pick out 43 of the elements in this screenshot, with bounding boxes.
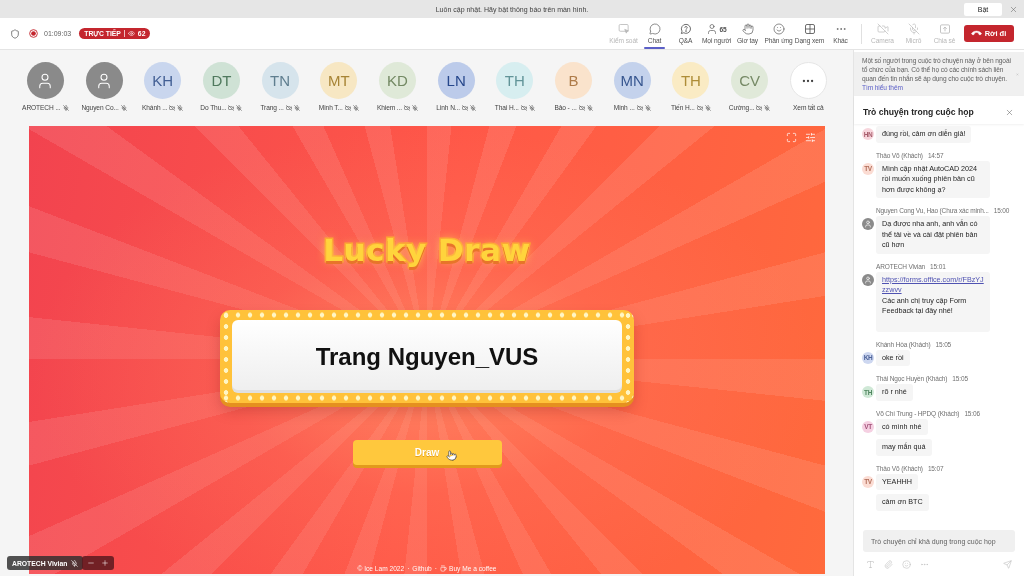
avatar-icon xyxy=(26,62,64,99)
avatar-icon xyxy=(862,218,874,230)
share-icon xyxy=(938,23,951,35)
avatar-initials: KH xyxy=(144,62,182,99)
avatar-initials: TH xyxy=(496,62,534,99)
screen-pointer-icon xyxy=(617,23,630,35)
smiley-icon xyxy=(772,23,785,35)
close-icon[interactable] xyxy=(1005,108,1014,117)
avatar-initials: MN xyxy=(613,62,651,99)
question-bubble-icon xyxy=(679,23,692,35)
coffee-icon xyxy=(440,565,447,572)
video-off-icon xyxy=(876,23,889,35)
send-icon[interactable] xyxy=(1003,559,1012,569)
avatar-initials: TN xyxy=(261,62,299,99)
shield-icon xyxy=(10,28,20,39)
chat-icon xyxy=(648,23,661,35)
text-format-icon[interactable] xyxy=(866,559,875,569)
avatar-initials: TH xyxy=(672,62,710,99)
winner-name: Trang Nguyen_VUS xyxy=(315,342,539,371)
avatar-initials: LN xyxy=(437,62,475,99)
hand-icon xyxy=(741,23,754,35)
avatar-icon xyxy=(85,62,123,99)
chat-title: Trò chuyện trong cuộc họp xyxy=(863,107,974,117)
fullscreen-icon[interactable] xyxy=(786,132,797,143)
paperclip-icon[interactable] xyxy=(884,559,893,569)
close-icon[interactable] xyxy=(1009,4,1018,14)
hand-cursor-icon xyxy=(445,450,457,461)
eye-icon xyxy=(127,30,135,37)
zoom-in-icon[interactable] xyxy=(101,559,109,567)
avatar-initials: MT xyxy=(320,62,358,99)
settings-icon[interactable] xyxy=(805,132,816,143)
mic-off-icon xyxy=(907,23,920,35)
emoji-icon[interactable] xyxy=(902,559,911,569)
avatar-initials: B xyxy=(555,62,593,99)
grid-icon xyxy=(803,23,816,35)
avatar-initials: DT xyxy=(202,62,240,99)
zoom-out-icon[interactable] xyxy=(87,559,95,567)
avatar-initials: KD xyxy=(378,62,416,99)
person-icon xyxy=(706,23,719,35)
avatar-initials: CV xyxy=(731,62,769,99)
avatar-icon xyxy=(862,273,874,286)
lucky-draw-title: Lucky Draw xyxy=(323,231,531,270)
more-participants-button[interactable] xyxy=(789,62,827,99)
